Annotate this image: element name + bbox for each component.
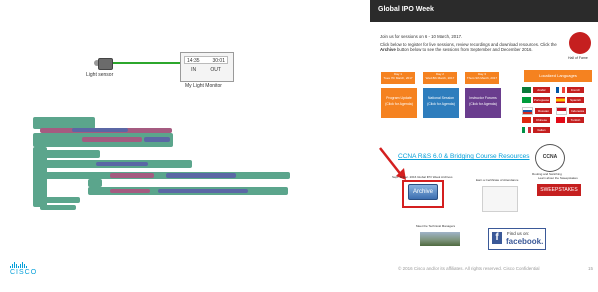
intro-archive-word: Archive bbox=[380, 47, 396, 53]
flag-icon bbox=[522, 97, 531, 103]
day-date: Wed 8th March, 2017 bbox=[425, 76, 455, 80]
ccna-badge-icon: CCNA bbox=[535, 144, 565, 172]
facebook-find-us: Find us on: bbox=[507, 231, 530, 236]
language-french[interactable]: French bbox=[556, 87, 584, 93]
monitor-ports: IN OUT bbox=[184, 67, 228, 73]
language-button[interactable]: Portuguese bbox=[533, 97, 550, 103]
certificate-image[interactable] bbox=[482, 186, 518, 212]
monitor-in-port: IN bbox=[191, 67, 197, 73]
panel-title: Global IPO Week bbox=[378, 6, 434, 13]
flag-icon bbox=[522, 107, 533, 115]
day-header-1: Day 1 Tues 7th March, 2017 bbox=[381, 72, 415, 84]
language-button[interactable]: Italian bbox=[533, 127, 550, 133]
language-arabic[interactable]: Arabic bbox=[522, 87, 550, 93]
track-national-session[interactable]: National Session (Click for Agenda) bbox=[423, 88, 459, 118]
monitor-screen: 14:35 30:01 bbox=[184, 56, 228, 64]
code-block[interactable] bbox=[96, 162, 148, 166]
track-agenda-link[interactable]: (Click for Agenda) bbox=[465, 102, 501, 106]
cisco-logo: CISCO bbox=[10, 262, 37, 276]
flag-icon bbox=[556, 117, 565, 123]
language-italian[interactable]: Italian bbox=[522, 127, 550, 133]
page-number: 15 bbox=[588, 266, 594, 271]
tech-managers-photo[interactable] bbox=[420, 232, 460, 246]
code-block[interactable] bbox=[82, 137, 142, 142]
intro-line-1: Join us for sessions on 6 - 10 March, 20… bbox=[380, 34, 463, 39]
language-button[interactable]: Russian bbox=[535, 108, 552, 114]
connection-wire bbox=[112, 62, 180, 64]
track-name: Instructor Forums bbox=[469, 96, 497, 100]
ccna-resources-link[interactable]: CCNA R&S 6.0 & Bridging Course Resources bbox=[398, 153, 530, 160]
flag-icon bbox=[556, 97, 565, 103]
tech-managers-caption: Meet the Technical Managers bbox=[416, 224, 456, 228]
track-agenda-link[interactable]: (Click for Agenda) bbox=[381, 102, 417, 106]
monitor-time: 14:35 bbox=[187, 58, 200, 64]
language-button[interactable]: Spanish bbox=[567, 97, 584, 103]
code-block[interactable] bbox=[40, 172, 290, 179]
ccna-badge-text: CCNA bbox=[542, 154, 558, 160]
language-button[interactable]: Indonesia bbox=[569, 108, 586, 114]
code-block[interactable] bbox=[40, 197, 80, 203]
language-button[interactable]: Chinese bbox=[533, 117, 550, 123]
day-date: Thurs 9th March, 2017 bbox=[466, 76, 498, 80]
language-button[interactable]: Arabic bbox=[533, 87, 550, 93]
cisco-logo-text: CISCO bbox=[10, 269, 38, 276]
flag-icon bbox=[556, 87, 565, 93]
language-chinese[interactable]: Chinese bbox=[522, 117, 550, 123]
track-instructor-forums[interactable]: Instructor Forums (Click for Agenda) bbox=[465, 88, 501, 118]
language-button[interactable]: French bbox=[567, 87, 584, 93]
day-header-2: Day 2 Wed 8th March, 2017 bbox=[423, 72, 457, 84]
day-header-3: Day 3 Thurs 9th March, 2017 bbox=[465, 72, 499, 84]
language-spanish[interactable]: Spanish bbox=[556, 97, 584, 103]
code-block[interactable] bbox=[88, 179, 102, 187]
intro-line-2: Click below to register for live session… bbox=[380, 42, 560, 53]
facebook-wordmark: facebook. bbox=[506, 237, 544, 246]
track-program-update[interactable]: Program Update (Click for Agenda) bbox=[381, 88, 417, 118]
sweepstakes-button[interactable]: SWEEPSTAKES bbox=[537, 184, 581, 196]
language-button[interactable]: Turkish bbox=[567, 117, 584, 123]
code-block[interactable] bbox=[144, 137, 170, 142]
language-portuguese[interactable]: Portuguese bbox=[522, 97, 550, 103]
code-block[interactable] bbox=[158, 189, 248, 193]
archive-button[interactable]: Archive bbox=[408, 184, 438, 200]
monitor-value: 30:01 bbox=[212, 58, 225, 64]
flag-icon bbox=[522, 87, 531, 93]
code-block[interactable] bbox=[72, 128, 128, 132]
localized-languages-header: Localized Languages bbox=[524, 70, 592, 82]
code-block[interactable] bbox=[40, 205, 76, 210]
footer-copyright: © 2016 Cisco and/or its affiliates. All … bbox=[398, 266, 540, 271]
day-date: Tues 7th March, 2017 bbox=[383, 76, 413, 80]
code-block[interactable] bbox=[110, 189, 150, 193]
archive-caption: Sept. & Dec. 2016 Global IPO Week Archiv… bbox=[392, 175, 453, 179]
hall-of-fame-label: Hall of Fame bbox=[568, 56, 588, 60]
flag-icon bbox=[522, 117, 531, 123]
sweepstakes-caption: Learn about the Sweepstakes bbox=[538, 176, 578, 180]
light-monitor-device[interactable]: 14:35 30:01 IN OUT bbox=[180, 52, 234, 82]
flag-icon bbox=[522, 127, 531, 133]
light-sensor-label: Light sensor bbox=[86, 72, 114, 78]
cisco-logo-icon bbox=[10, 262, 37, 268]
light-sensor-device[interactable] bbox=[98, 58, 113, 70]
code-block[interactable] bbox=[166, 173, 236, 178]
intro-text-post: button below to see the sessions from Se… bbox=[395, 47, 533, 53]
track-name: Program Update bbox=[386, 96, 412, 100]
intro-text: Join us for sessions on 6 - 10 March, 20… bbox=[380, 34, 560, 55]
intro-text-pre: Click below to register for live session… bbox=[380, 41, 557, 47]
code-block[interactable] bbox=[110, 173, 154, 178]
hall-of-fame-badge[interactable] bbox=[569, 32, 591, 54]
monitor-out-port: OUT bbox=[210, 67, 221, 73]
light-monitor-label: My Light Monitor bbox=[185, 83, 222, 89]
code-block[interactable] bbox=[40, 150, 100, 158]
certificate-caption: Earn a Certificate of Attendance bbox=[476, 178, 519, 182]
track-agenda-link[interactable]: (Click for Agenda) bbox=[423, 102, 459, 106]
track-name: National Session bbox=[427, 96, 455, 100]
language-indonesia[interactable]: Indonesia bbox=[556, 107, 586, 115]
flag-icon bbox=[556, 107, 567, 115]
language-turkish[interactable]: Turkish bbox=[556, 117, 584, 123]
facebook-icon: f bbox=[492, 232, 502, 244]
language-russian[interactable]: Russian bbox=[522, 107, 552, 115]
